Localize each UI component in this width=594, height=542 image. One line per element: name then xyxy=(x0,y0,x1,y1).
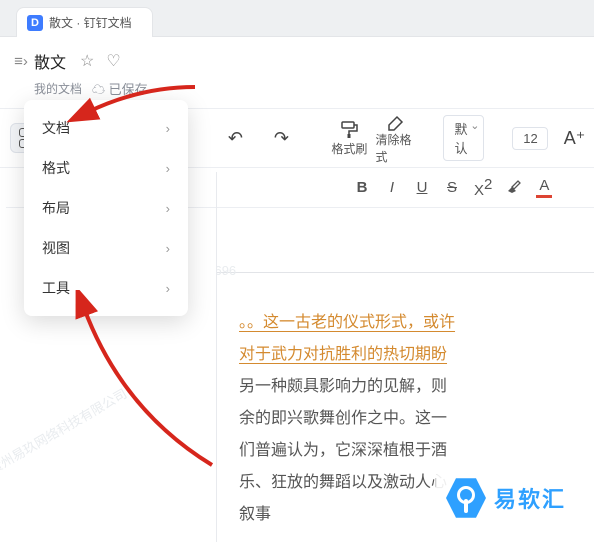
chevron-right-icon: › xyxy=(166,201,170,216)
menu-item-document[interactable]: 文档› xyxy=(24,108,188,148)
eraser-icon xyxy=(385,111,405,131)
chevron-right-icon: › xyxy=(166,281,170,296)
tab-title: 散文 · 钉钉文档 xyxy=(49,14,132,31)
sidebar-toggle-button[interactable]: ≡› xyxy=(8,53,34,70)
font-increase-icon: A⁺ xyxy=(564,128,586,148)
brand-text: 易软汇 xyxy=(494,482,566,514)
view-dropdown-menu: 文档› 格式› 布局› 视图› 工具› xyxy=(24,100,188,316)
bell-icon[interactable]: ♡ xyxy=(106,51,120,71)
format-painter-label: 格式刷 xyxy=(331,140,367,157)
menu-item-format[interactable]: 格式› xyxy=(24,148,188,188)
font-size-select[interactable]: 12 xyxy=(512,127,548,150)
hex-icon xyxy=(446,476,486,520)
page-break xyxy=(217,272,594,273)
font-family-select[interactable]: 默认 xyxy=(443,115,484,161)
watermark: 2｜5696 xyxy=(216,260,236,279)
chevron-right-icon: › xyxy=(166,121,170,136)
window-tab[interactable]: D 散文 · 钉钉文档 xyxy=(16,7,153,37)
save-status: ☁ 已保存 xyxy=(92,79,148,98)
doc-title[interactable]: 散文 xyxy=(34,49,66,73)
undo-button[interactable]: ↶ xyxy=(215,117,255,159)
clear-format-button[interactable]: 清除格式 xyxy=(375,117,415,159)
menu-item-tools[interactable]: 工具› xyxy=(24,268,188,308)
format-painter-button[interactable]: 格式刷 xyxy=(329,117,369,159)
redo-button[interactable]: ↷ xyxy=(261,117,301,159)
paint-roller-icon xyxy=(339,120,359,140)
menu-item-layout[interactable]: 布局› xyxy=(24,188,188,228)
increase-font-button[interactable]: A⁺ xyxy=(554,117,594,159)
doc-app-icon: D xyxy=(27,15,43,31)
undo-icon: ↶ xyxy=(228,128,243,148)
clear-format-label: 清除格式 xyxy=(375,131,415,165)
redo-icon: ↷ xyxy=(274,128,289,148)
brand-logo: 易软汇 xyxy=(436,470,576,526)
menu-item-view[interactable]: 视图› xyxy=(24,228,188,268)
breadcrumb[interactable]: 我的文档 xyxy=(34,80,82,97)
chevron-right-icon: › xyxy=(166,161,170,176)
star-icon[interactable]: ☆ xyxy=(80,51,94,71)
chevron-right-icon: › xyxy=(166,241,170,256)
